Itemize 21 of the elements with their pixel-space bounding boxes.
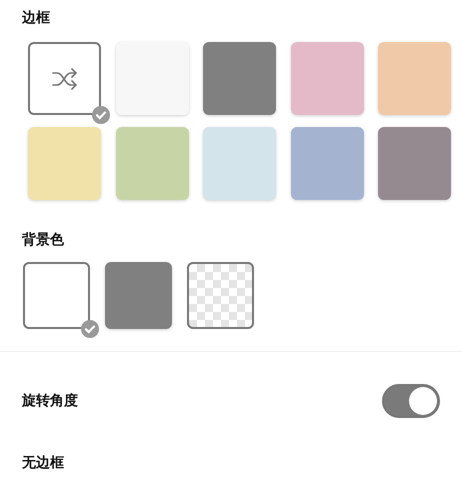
border-swatch[interactable] xyxy=(28,42,101,115)
setting-label: 无边框 xyxy=(22,454,64,472)
check-icon xyxy=(81,320,99,338)
border-swatch[interactable] xyxy=(28,127,101,200)
background-swatch[interactable] xyxy=(105,262,172,329)
setting-label: 旋转角度 xyxy=(22,392,78,410)
border-swatch[interactable] xyxy=(290,42,364,115)
background-swatch[interactable] xyxy=(187,262,254,329)
border-swatch[interactable] xyxy=(378,127,451,200)
check-icon xyxy=(92,106,110,124)
border-swatch[interactable] xyxy=(378,42,451,115)
shuffle-icon xyxy=(52,68,78,90)
toggle-switch[interactable] xyxy=(382,384,440,418)
section-title: 背景色 xyxy=(20,231,65,250)
background-swatch[interactable] xyxy=(23,262,90,329)
border-swatch[interactable] xyxy=(290,127,364,200)
border-swatch[interactable] xyxy=(203,127,276,200)
border-swatch[interactable] xyxy=(203,42,276,115)
border-swatch[interactable] xyxy=(116,42,188,115)
border-swatch[interactable] xyxy=(116,127,188,200)
section-title: 边框 xyxy=(21,9,51,28)
